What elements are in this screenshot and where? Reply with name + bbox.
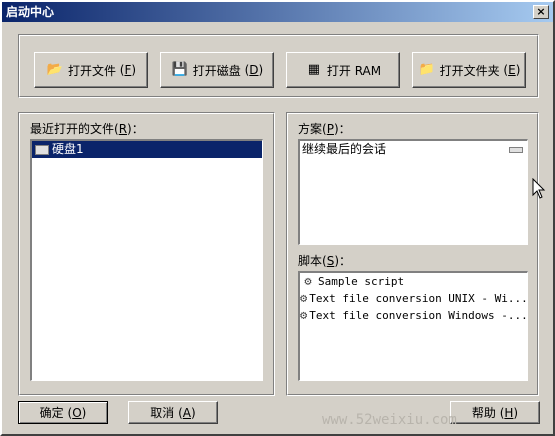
scheme-label: 方案(P)： — [298, 122, 351, 136]
open-file-label: 打开文件 — [67, 63, 116, 78]
hard-disk-icon — [35, 144, 49, 155]
folder-open-icon: 📂 — [46, 62, 64, 77]
open-folder-key: E — [508, 63, 516, 77]
recent-files-label: 最近打开的文件(R)： — [30, 122, 144, 136]
title-bar[interactable]: 启动中心 × — [2, 2, 553, 22]
start-center-window: 启动中心 × 📂 打开文件 (F) 💾 打开磁盘 (D) ▦ 打开 RAM 📁 … — [0, 0, 555, 436]
ram-icon: ▦ — [307, 62, 321, 77]
help-button[interactable]: 帮助 (H) — [450, 401, 540, 424]
open-folder-button[interactable]: 📁 打开文件夹 (E) — [412, 52, 526, 88]
open-file-key: F — [124, 63, 132, 77]
close-icon: × — [536, 5, 546, 18]
list-item[interactable]: ⚙ Sample script — [300, 273, 527, 290]
list-item[interactable]: ⚙ Text file conversion Windows -... — [300, 307, 527, 324]
list-item[interactable]: 硬盘1 — [32, 141, 262, 158]
mouse-cursor-icon — [532, 178, 546, 199]
open-ram-label: 打开 RAM — [326, 63, 382, 78]
recent-files-list[interactable]: 硬盘1 — [30, 139, 263, 381]
gear-icon: ⚙ — [300, 291, 308, 305]
folder-icon: 📁 — [418, 62, 435, 77]
session-icon — [509, 147, 523, 153]
disk-icon: 💾 — [171, 62, 188, 77]
gear-icon: ⚙ — [304, 274, 312, 288]
watermark: www.52weixiu.com — [322, 412, 457, 428]
cancel-button[interactable]: 取消 (A) — [128, 401, 218, 424]
list-item[interactable]: ⚙ Text file conversion UNIX - Wi... — [300, 290, 527, 307]
scripts-label: 脚本(S)： — [298, 254, 352, 268]
open-disk-button[interactable]: 💾 打开磁盘 (D) — [160, 52, 274, 88]
scripts-list[interactable]: ⚙ Sample script ⚙ Text file conversion U… — [298, 271, 528, 381]
ok-button[interactable]: 确定 (O) — [18, 401, 108, 424]
open-ram-button[interactable]: ▦ 打开 RAM — [286, 52, 400, 88]
gear-icon: ⚙ — [300, 308, 308, 322]
list-item[interactable]: 继续最后的会话 — [300, 141, 527, 158]
open-folder-label: 打开文件夹 — [439, 63, 500, 78]
open-file-button[interactable]: 📂 打开文件 (F) — [34, 52, 148, 88]
open-disk-key: D — [249, 63, 259, 77]
window-title: 启动中心 — [6, 5, 55, 19]
scheme-list[interactable]: 继续最后的会话 — [298, 139, 528, 245]
open-disk-label: 打开磁盘 — [192, 63, 241, 78]
close-button[interactable]: × — [533, 5, 549, 19]
